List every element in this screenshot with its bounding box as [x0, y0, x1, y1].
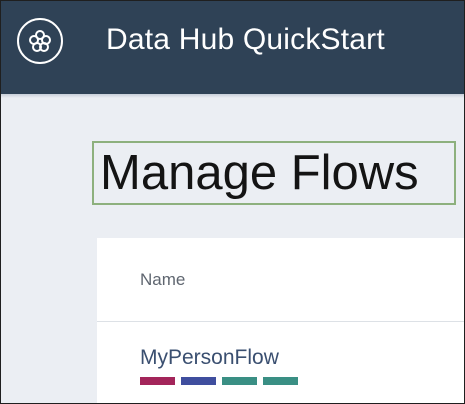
flows-table: Name MyPersonFlow [97, 238, 464, 403]
flow-step-marker [222, 377, 257, 385]
data-hub-logo-icon[interactable] [17, 18, 63, 64]
app-title: Data Hub QuickStart [106, 23, 385, 56]
flow-name-link[interactable]: MyPersonFlow [140, 346, 279, 370]
flow-step-marker [140, 377, 175, 385]
flow-step-marker [181, 377, 216, 385]
header-divider [97, 321, 464, 322]
flow-step-marker [263, 377, 298, 385]
top-navigation-bar: Data Hub QuickStart [1, 1, 464, 94]
app-window: Data Hub QuickStart Manage Flows Name My… [0, 0, 465, 404]
page-title-highlight: Manage Flows [92, 141, 456, 205]
header-shadow [1, 94, 464, 98]
page-title: Manage Flows [100, 146, 419, 200]
column-header-name[interactable]: Name [140, 270, 185, 290]
flow-steps-indicator [140, 377, 298, 385]
